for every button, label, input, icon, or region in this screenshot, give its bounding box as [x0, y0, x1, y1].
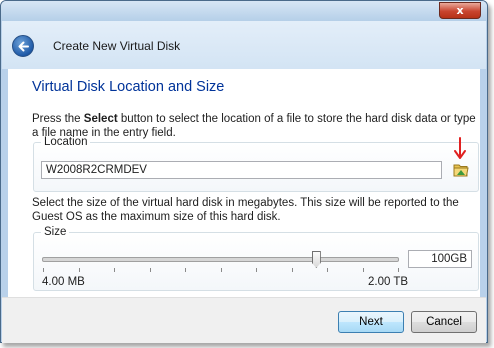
button-bar: Next Cancel	[2, 297, 486, 343]
size-max-label: 2.00 TB	[368, 276, 409, 288]
slider-tick	[149, 268, 151, 272]
size-slider-thumb[interactable]	[311, 251, 321, 268]
slider-tick	[185, 268, 186, 272]
page-heading: Virtual Disk Location and Size	[32, 79, 225, 95]
wizard-header: Create New Virtual Disk	[2, 21, 486, 69]
slider-tick	[398, 268, 399, 272]
close-button[interactable]: x	[439, 2, 481, 19]
window-title: Create New Virtual Disk	[53, 39, 181, 53]
slider-tick	[327, 268, 328, 272]
location-legend: Location	[41, 136, 91, 148]
size-description: Select the size of the virtual hard disk…	[32, 197, 459, 223]
size-legend: Size	[41, 226, 70, 238]
size-input[interactable]: 100GB	[408, 250, 472, 268]
slider-tick	[114, 268, 115, 272]
back-button[interactable]	[12, 35, 34, 57]
size-slider[interactable]	[42, 251, 399, 268]
title-bar: x	[1, 1, 487, 21]
slider-tick	[220, 268, 222, 272]
close-icon: x	[456, 4, 464, 17]
size-group: Size 4.00 MB 2.00 TB 100GB	[33, 226, 479, 291]
slider-tick	[78, 268, 80, 272]
dialog-window: x Create New Virtual Disk Virtual Disk L…	[0, 0, 488, 343]
next-button[interactable]: Next	[338, 311, 404, 333]
cancel-button[interactable]: Cancel	[411, 311, 477, 333]
intro-text: Press the Select button to select the lo…	[32, 112, 478, 140]
slider-tick	[362, 268, 364, 272]
size-min-label: 4.00 MB	[42, 276, 85, 288]
slider-tick	[43, 268, 44, 272]
slider-tick	[291, 268, 293, 272]
slider-tick	[256, 268, 257, 272]
folder-select-icon[interactable]	[453, 163, 469, 177]
back-arrow-icon	[18, 41, 29, 52]
intro-bold: Select	[83, 113, 118, 125]
red-arrow-annotation	[454, 137, 466, 159]
intro-prefix: Press the	[32, 113, 84, 125]
wizard-content: Virtual Disk Location and Size Press the…	[8, 69, 480, 297]
location-input[interactable]: W2008R2CRMDEV	[41, 161, 442, 179]
location-group: Location W2008R2CRMDEV	[33, 136, 479, 192]
